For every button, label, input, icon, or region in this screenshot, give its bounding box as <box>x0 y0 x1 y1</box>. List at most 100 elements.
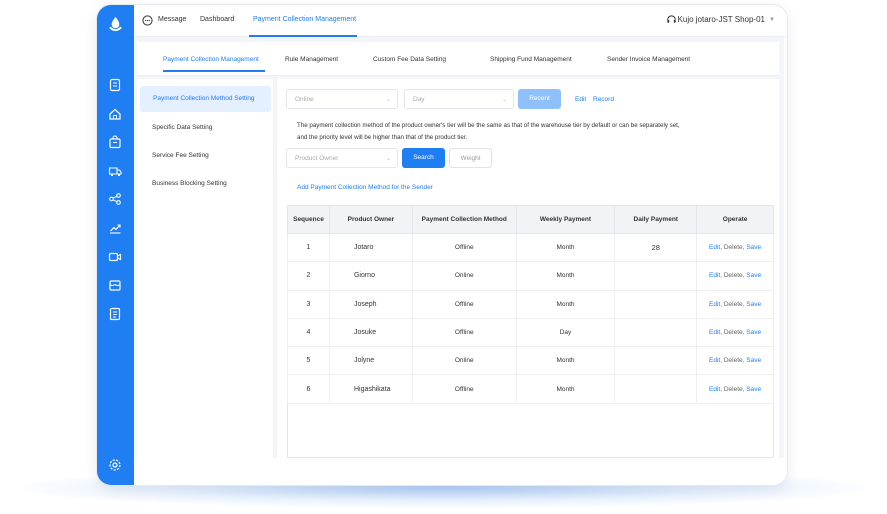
header-payment-collection-method[interactable]: Payment Collection Method <box>411 205 517 234</box>
tab-payment-collection-management[interactable]: Payment Collection Management <box>163 56 259 63</box>
edit-action[interactable]: Edit <box>709 272 720 279</box>
table-row[interactable]: 5 Jolyne Online Month Edit, Delete, Save <box>287 346 774 376</box>
row-operate: Edit, Delete, Save <box>696 374 774 404</box>
row-operate: Edit, Delete, Save <box>696 317 774 348</box>
table-row[interactable]: 6 Higashikata Offline Month Edit, Delete, Sa… <box>287 374 774 404</box>
edit-action[interactable]: Edit <box>709 386 720 393</box>
menu-specific-data-setting[interactable]: Specific Data Setting <box>152 124 212 131</box>
record-link[interactable]: Record <box>593 96 614 103</box>
list-icon[interactable] <box>108 307 122 321</box>
row-payment-method: Offline <box>411 374 517 404</box>
nav-dashboard[interactable]: Dashboard <box>200 16 234 23</box>
save-action[interactable]: Save <box>746 386 761 393</box>
header-operate[interactable]: Operate <box>696 205 774 234</box>
chevron-down-icon: ⌄ <box>385 156 391 162</box>
delete-action[interactable]: Delete <box>724 357 743 364</box>
headset-icon[interactable] <box>666 14 677 25</box>
document-icon[interactable] <box>108 78 122 92</box>
row-sequence: 6 <box>287 374 330 404</box>
row-payment-method: Online <box>411 346 517 376</box>
row-daily-payment <box>614 261 698 291</box>
row-sequence: 5 <box>287 346 330 376</box>
row-product-owner: Giorno <box>328 261 413 291</box>
share-icon[interactable] <box>108 192 122 206</box>
row-daily-payment <box>614 289 698 319</box>
trend-icon[interactable] <box>108 221 122 235</box>
row-product-owner: Joseph <box>328 289 413 319</box>
video-icon[interactable] <box>108 250 122 264</box>
menu-payment-collection-method-setting[interactable]: Payment Collection Method Setting <box>140 86 271 112</box>
tab-shipping-fund-management[interactable]: Shipping Fund Management <box>490 56 572 63</box>
edit-action[interactable]: Edit <box>709 329 720 336</box>
row-weekly-payment: Month <box>515 374 616 404</box>
row-product-owner: Jotaro <box>328 232 413 263</box>
truck-icon[interactable] <box>108 164 122 178</box>
weight-button[interactable]: Weight <box>449 148 492 168</box>
row-weekly-payment: Day <box>515 317 616 348</box>
row-daily-payment: 28 <box>614 232 698 263</box>
row-payment-method: Offline <box>411 317 517 348</box>
delete-action[interactable]: Delete <box>724 329 743 336</box>
table-row[interactable]: 4 Josuke Offline Day Edit, Delete, Save <box>287 317 774 348</box>
edit-action[interactable]: Edit <box>709 357 720 364</box>
home-icon[interactable] <box>108 107 122 121</box>
header-daily-payment[interactable]: Daily Payment <box>614 205 698 234</box>
header-product-owner[interactable]: Product Owner <box>328 205 413 234</box>
row-sequence: 1 <box>287 232 330 263</box>
tab-rule-management[interactable]: Rule Management <box>285 56 338 63</box>
top-bar: Message Dashboard Payment Collection Man… <box>134 5 787 37</box>
description-line-1: The payment collection method of the pro… <box>297 122 680 129</box>
table-row[interactable]: 1 Jotaro Offline Month 28 Edit, Delete, Save <box>287 232 774 263</box>
table-row[interactable]: 2 Giorno Online Month Edit, Delete, Save <box>287 261 774 291</box>
message-icon[interactable] <box>142 15 153 26</box>
store-icon[interactable] <box>108 278 122 292</box>
delete-action[interactable]: Delete <box>724 244 743 251</box>
table-row[interactable]: 3 Joseph Offline Month Edit, Delete, Save <box>287 289 774 319</box>
header-weekly-payment[interactable]: Weekly Payment <box>515 205 616 234</box>
active-tab-underline <box>163 70 265 72</box>
row-daily-payment <box>614 346 698 376</box>
header-sequence[interactable]: Sequence <box>287 205 330 234</box>
row-sequence: 3 <box>287 289 330 319</box>
add-payment-method-link[interactable]: Add Payment Collection Method for the Se… <box>297 184 433 191</box>
save-action[interactable]: Save <box>746 272 761 279</box>
row-product-owner: Higashikata <box>328 374 413 404</box>
save-action[interactable]: Save <box>746 357 761 364</box>
product-owner-select[interactable]: Product Owner ⌄ <box>286 148 398 168</box>
row-payment-method: Offline <box>411 289 517 319</box>
delete-action[interactable]: Delete <box>724 301 743 308</box>
chevron-down-icon: ⌄ <box>501 97 507 103</box>
bag-icon[interactable] <box>108 135 122 149</box>
row-product-owner: Jolyne <box>328 346 413 376</box>
menu-service-fee-setting[interactable]: Service Fee Setting <box>152 152 209 159</box>
tab-custom-fee-data-setting[interactable]: Custom Fee Data Setting <box>373 56 446 63</box>
user-account[interactable]: Kujo jotaro-JST Shop-01 <box>678 15 765 24</box>
edit-action[interactable]: Edit <box>709 301 720 308</box>
row-sequence: 4 <box>287 317 330 348</box>
edit-link[interactable]: Edit <box>575 96 586 103</box>
row-sequence: 2 <box>287 261 330 291</box>
nav-message[interactable]: Message <box>158 16 186 23</box>
save-action[interactable]: Save <box>746 301 761 308</box>
save-action[interactable]: Save <box>746 329 761 336</box>
logo-icon <box>109 16 122 32</box>
delete-action[interactable]: Delete <box>724 272 743 279</box>
edit-action[interactable]: Edit <box>709 244 720 251</box>
row-operate: Edit, Delete, Save <box>696 289 774 319</box>
tab-sender-invoice-management[interactable]: Sender Invoice Management <box>607 56 690 63</box>
save-action[interactable]: Save <box>746 244 761 251</box>
product-owner-placeholder: Product Owner <box>295 155 339 162</box>
search-button[interactable]: Search <box>402 148 445 168</box>
delete-action[interactable]: Delete <box>724 386 743 393</box>
recent-button[interactable]: Recent <box>518 89 561 109</box>
chevron-down-icon: ⌄ <box>385 97 391 103</box>
row-weekly-payment: Month <box>515 289 616 319</box>
nav-payment-collection-management[interactable]: Payment Collection Management <box>253 16 356 23</box>
settings-icon[interactable] <box>108 458 122 472</box>
row-operate: Edit, Delete, Save <box>696 261 774 291</box>
chevron-down-icon[interactable]: ▼ <box>769 17 775 23</box>
row-payment-method: Offline <box>411 232 517 263</box>
menu-business-blocking-setting[interactable]: Business Blocking Setting <box>152 180 227 187</box>
period-select[interactable]: Day ⌄ <box>404 89 514 109</box>
method-select[interactable]: Online ⌄ <box>286 89 398 109</box>
